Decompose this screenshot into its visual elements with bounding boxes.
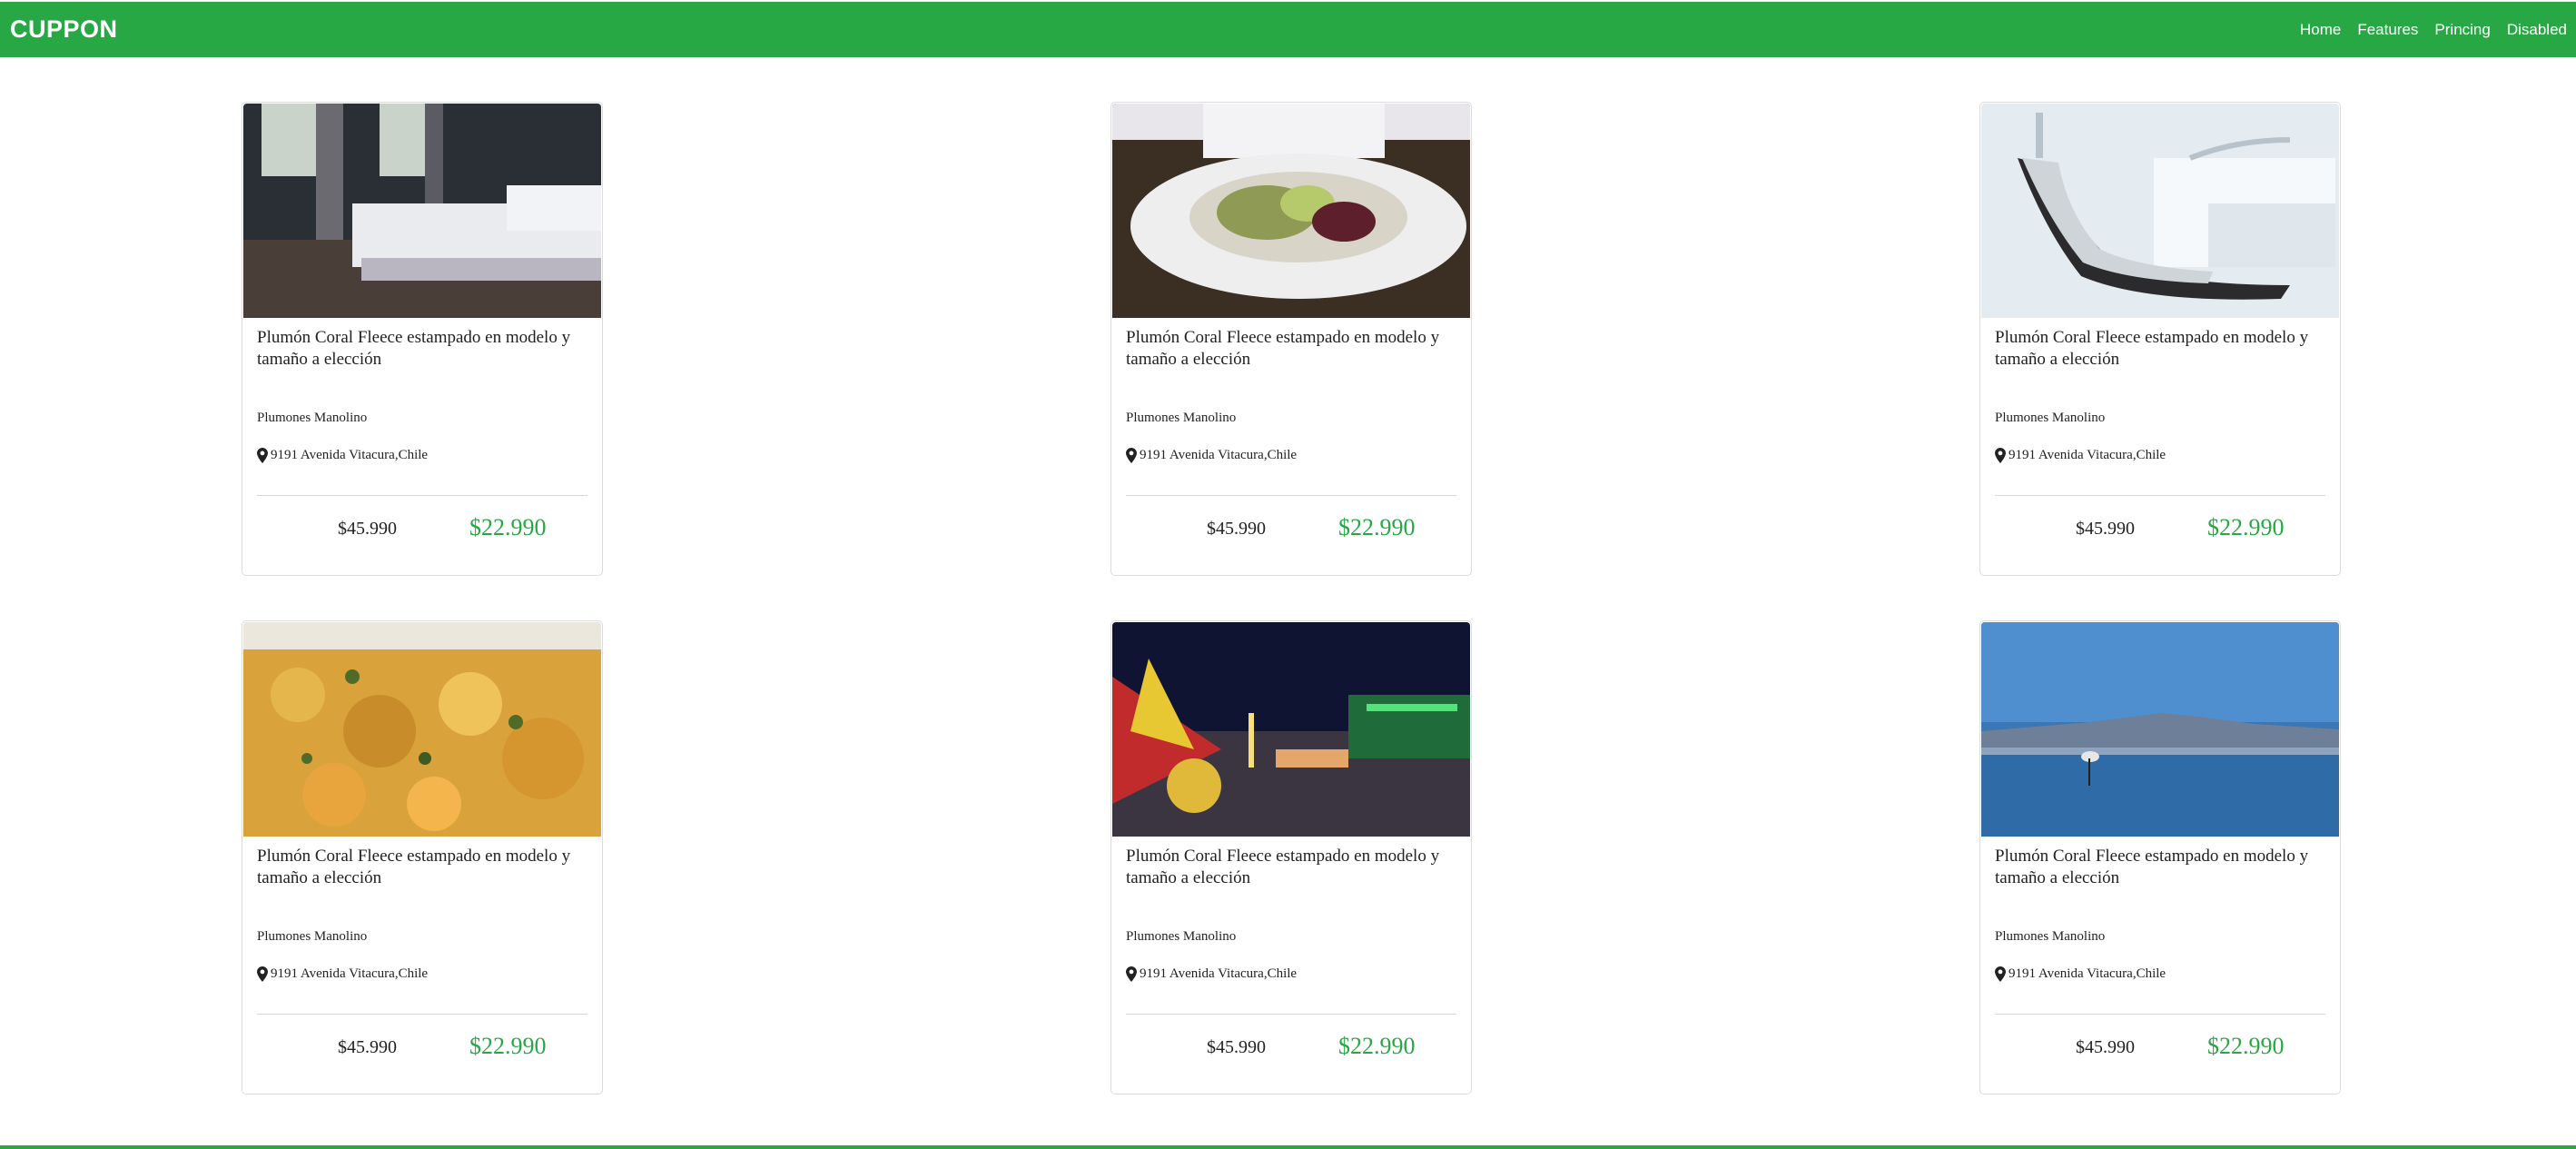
deal-card[interactable]: Plumón Coral Fleece estampado en modelo … [242,102,603,576]
deal-title[interactable]: Plumón Coral Fleece estampado en modelo … [1126,327,1458,371]
deal-location: 9191 Avenida Vitacura,Chile [1126,966,1297,982]
vendor-name: Plumones Manolino [1126,411,1237,425]
deal-card[interactable]: Plumón Coral Fleece estampado en modelo … [1979,102,2341,576]
map-marker-icon [1995,448,2006,463]
deal-location: 9191 Avenida Vitacura,Chile [1126,448,1297,463]
discount-price: $22.990 [1338,514,1416,540]
deal-location: 9191 Avenida Vitacura,Chile [1995,966,2166,982]
location-text: 9191 Avenida Vitacura,Chile [271,966,429,981]
vendor-name: Plumones Manolino [1995,411,2106,425]
discount-price: $22.990 [469,514,547,540]
deal-location: 9191 Avenida Vitacura,Chile [1995,448,2166,463]
original-price: $45.990 [2076,519,2135,539]
deal-card[interactable]: Plumón Coral Fleece estampado en modelo … [242,620,603,1095]
deal-card[interactable]: Plumón Coral Fleece estampado en modelo … [1110,102,1472,576]
original-price: $45.990 [1207,519,1266,539]
deal-title[interactable]: Plumón Coral Fleece estampado en modelo … [1995,327,2327,371]
salad-photo[interactable] [1112,104,1470,318]
deal-grid: Plumón Coral Fleece estampado en modelo … [0,0,2576,1149]
discount-price: $22.990 [1338,1033,1416,1059]
original-price: $45.990 [338,519,397,539]
vendor-name: Plumones Manolino [257,929,368,944]
map-marker-icon [1995,966,2006,982]
deal-card[interactable]: Plumón Coral Fleece estampado en modelo … [1979,620,2341,1095]
location-text: 9191 Avenida Vitacura,Chile [271,448,429,462]
deal-title[interactable]: Plumón Coral Fleece estampado en modelo … [1126,846,1458,889]
location-text: 9191 Avenida Vitacura,Chile [2008,448,2166,462]
deal-location: 9191 Avenida Vitacura,Chile [257,448,428,463]
map-marker-icon [1126,966,1137,982]
deal-location: 9191 Avenida Vitacura,Chile [257,966,428,982]
divider [257,495,587,496]
discount-price: $22.990 [2207,514,2285,540]
divider [1995,1014,2325,1015]
footer-bar [0,1145,2576,1149]
flamingo-lake-photo[interactable] [1981,622,2339,837]
vendor-name: Plumones Manolino [257,411,368,425]
discount-price: $22.990 [2207,1033,2285,1059]
discount-price: $22.990 [469,1033,547,1059]
vendor-name: Plumones Manolino [1995,929,2106,944]
original-price: $45.990 [2076,1037,2135,1057]
deal-title[interactable]: Plumón Coral Fleece estampado en modelo … [1995,846,2327,889]
map-marker-icon [257,448,268,463]
vendor-name: Plumones Manolino [1126,929,1237,944]
location-text: 9191 Avenida Vitacura,Chile [1140,966,1298,981]
location-text: 9191 Avenida Vitacura,Chile [2008,966,2166,981]
original-price: $45.990 [338,1037,397,1057]
dental-chair-photo[interactable] [1981,104,2339,318]
divider [1126,1014,1456,1015]
original-price: $45.990 [1207,1037,1266,1057]
divider [1126,495,1456,496]
stew-photo[interactable] [243,622,601,837]
fairground-photo[interactable] [1112,622,1470,837]
deal-title[interactable]: Plumón Coral Fleece estampado en modelo … [257,327,589,371]
bedroom-photo[interactable] [243,104,601,318]
deal-card[interactable]: Plumón Coral Fleece estampado en modelo … [1110,620,1472,1095]
divider [257,1014,587,1015]
map-marker-icon [257,966,268,982]
location-text: 9191 Avenida Vitacura,Chile [1140,448,1298,462]
deal-title[interactable]: Plumón Coral Fleece estampado en modelo … [257,846,589,889]
map-marker-icon [1126,448,1137,463]
divider [1995,495,2325,496]
